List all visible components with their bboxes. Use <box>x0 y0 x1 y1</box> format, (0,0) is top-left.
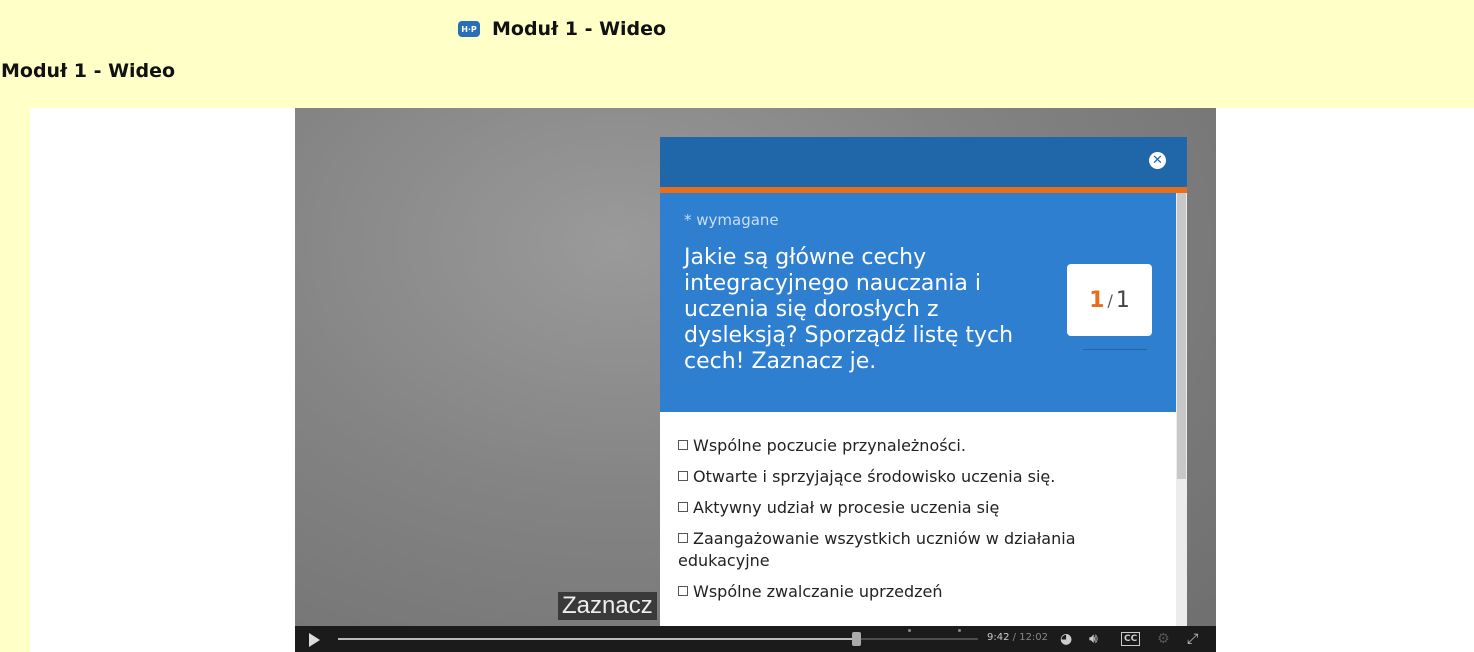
answer-option[interactable]: Wspólne poczucie przynależności. <box>678 435 1158 457</box>
interaction-marker[interactable] <box>908 629 911 632</box>
play-icon[interactable] <box>309 633 320 647</box>
question-text: Jakie są główne cechy integracyjnego nau… <box>684 245 1014 374</box>
checkbox-icon[interactable] <box>678 471 688 481</box>
h5p-icon: H·P <box>458 21 480 37</box>
question-area: * wymagane Jakie są główne cechy integra… <box>660 193 1176 469</box>
seek-progress <box>338 638 857 640</box>
counter-total: 1 <box>1115 287 1130 313</box>
answer-label: Otwarte i sprzyjające środowisko uczenia… <box>693 467 1056 486</box>
question-counter: 1 / 1 <box>1067 264 1152 336</box>
seek-bar[interactable] <box>338 629 978 646</box>
counter-separator: / <box>1107 290 1113 310</box>
answer-option[interactable]: Wspólne zwalczanie uprzedzeń <box>678 581 1158 603</box>
checkbox-icon[interactable] <box>678 586 688 596</box>
time-display: 9:42 / 12:02 <box>987 632 1048 643</box>
answer-list: Wspólne poczucie przynależności. Otwarte… <box>678 435 1158 612</box>
gear-icon[interactable]: ⚙ <box>1157 630 1170 648</box>
playback-rate-icon[interactable]: ◕ <box>1060 630 1072 648</box>
module-heading: Moduł 1 - Wideo <box>1 60 176 82</box>
checkbox-icon[interactable] <box>678 533 688 543</box>
activity-title: Moduł 1 - Wideo <box>492 18 667 40</box>
answer-option[interactable]: Aktywny udział w procesie uczenia się <box>678 497 1158 519</box>
answer-label: Aktywny udział w procesie uczenia się <box>693 498 1000 517</box>
dialog-header: ✕ <box>660 137 1187 193</box>
counter-current: 1 <box>1089 287 1105 313</box>
scrollbar-thumb[interactable] <box>1177 193 1186 479</box>
answer-option[interactable]: Zaangażowanie wszystkich uczniów w dział… <box>678 528 1158 572</box>
close-icon[interactable]: ✕ <box>1149 152 1166 169</box>
video-subtitle: Zaznacz <box>558 592 657 620</box>
fullscreen-icon[interactable]: ⤢ <box>1187 630 1198 648</box>
dialog-scrollbar[interactable] <box>1176 193 1187 652</box>
video-player[interactable]: Zaznacz ✕ * wymagane Jakie są główne cec… <box>295 108 1216 652</box>
captions-icon[interactable]: CC <box>1121 632 1141 646</box>
checkbox-icon[interactable] <box>678 502 688 512</box>
answer-option[interactable]: Otwarte i sprzyjające środowisko uczenia… <box>678 466 1158 488</box>
checkbox-icon[interactable] <box>678 440 688 450</box>
video-controls: 9:42 / 12:02 ◕ 🔊︎ CC ⚙ ⤢ <box>295 626 1216 652</box>
interaction-marker[interactable] <box>958 629 961 632</box>
required-note: * wymagane <box>684 211 779 229</box>
answer-label: Wspólne poczucie przynależności. <box>693 436 966 455</box>
interaction-dialog: ✕ * wymagane Jakie są główne cechy integ… <box>660 137 1187 652</box>
current-time: 9:42 <box>987 632 1010 643</box>
seek-handle[interactable] <box>852 632 862 646</box>
page-top-title: H·P Moduł 1 - Wideo <box>458 18 666 40</box>
volume-icon[interactable]: 🔊︎ <box>1089 630 1098 648</box>
counter-underline <box>1083 349 1147 350</box>
answer-label: Zaangażowanie wszystkich uczniów w dział… <box>678 529 1076 570</box>
answer-label: Wspólne zwalczanie uprzedzeń <box>693 582 943 601</box>
duration: / 12:02 <box>1012 632 1049 643</box>
